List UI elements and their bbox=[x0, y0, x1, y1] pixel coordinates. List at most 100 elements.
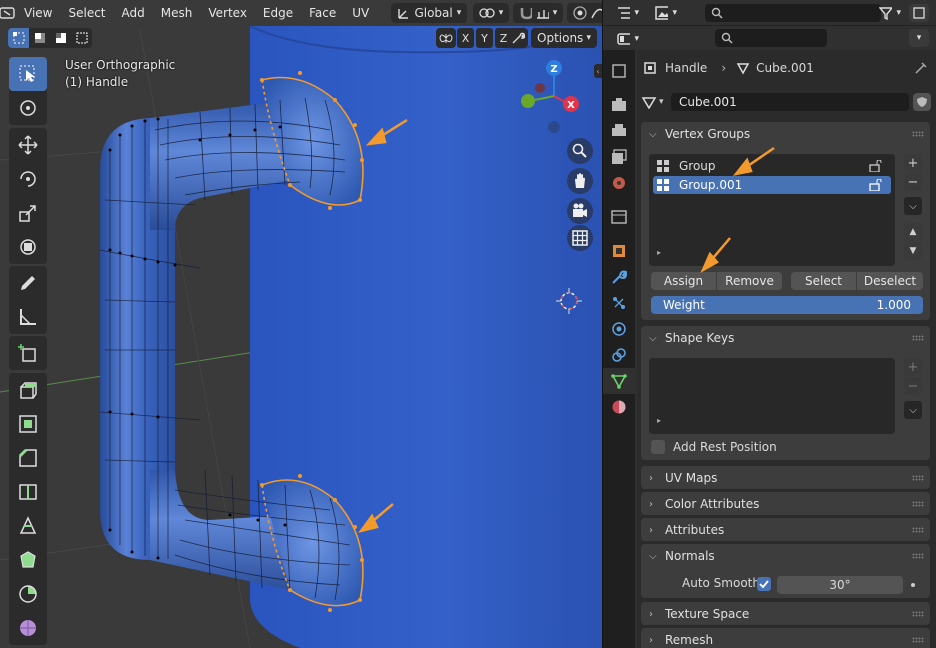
tool-poly-build[interactable] bbox=[9, 543, 47, 577]
tool-group-mesh bbox=[9, 373, 47, 645]
viewport-subheader: X Y Z Options ▾ bbox=[0, 26, 602, 50]
loop-cut-icon bbox=[19, 484, 37, 500]
edge-select-mode[interactable] bbox=[29, 28, 50, 48]
tool-rotate[interactable] bbox=[9, 162, 47, 196]
inset-icon bbox=[19, 415, 37, 433]
cursor-icon bbox=[20, 100, 36, 116]
tool-scale[interactable] bbox=[9, 196, 47, 230]
tool-extrude[interactable] bbox=[9, 373, 47, 407]
proportional-editing-toggle[interactable] bbox=[567, 3, 602, 23]
tool-annotate[interactable] bbox=[9, 266, 47, 300]
options-dropdown[interactable]: Options ▾ bbox=[531, 28, 597, 48]
3d-viewport[interactable]: Z X View Select Add Mesh Vertex Edge Fac… bbox=[0, 0, 602, 648]
butterfly-icon bbox=[439, 34, 453, 43]
falloff-curve-icon bbox=[591, 8, 602, 19]
poly-build-icon bbox=[20, 551, 36, 568]
transform-icon bbox=[20, 239, 36, 255]
extrude-icon bbox=[20, 382, 37, 399]
proportional-icon bbox=[573, 6, 587, 20]
tool-group-select bbox=[9, 57, 47, 125]
smooth-sphere-icon bbox=[20, 620, 36, 636]
viewport-scene[interactable]: Z X bbox=[0, 0, 602, 648]
move-icon bbox=[18, 135, 38, 155]
mirror-y-toggle[interactable]: Y bbox=[476, 28, 493, 48]
chevron-down-icon: ▾ bbox=[498, 8, 504, 18]
snap-increment-icon bbox=[537, 10, 549, 19]
zoom-button[interactable] bbox=[567, 138, 593, 164]
magnet-icon bbox=[521, 8, 532, 20]
scale-icon bbox=[19, 205, 36, 222]
tool-measure[interactable] bbox=[9, 300, 47, 334]
vertex-mode-icon bbox=[12, 32, 24, 44]
properties-editor: ▾ ▾ ▾ ▾ ▾ Handle › Cube.001 ▾ Cube.001 ⌵… bbox=[603, 0, 936, 648]
menu-vertex[interactable]: Vertex bbox=[200, 2, 255, 24]
vertex-select-mode[interactable] bbox=[8, 28, 29, 48]
face-select-mode[interactable] bbox=[50, 28, 71, 48]
knife-icon bbox=[19, 516, 37, 534]
viewport-header: View Select Add Mesh Vertex Edge Face UV… bbox=[0, 0, 602, 26]
tool-group-transform bbox=[9, 128, 47, 264]
perspective-toggle-button[interactable] bbox=[567, 225, 593, 251]
spin-icon bbox=[19, 585, 37, 603]
selection-mode-group bbox=[8, 28, 92, 48]
tool-cursor[interactable] bbox=[9, 91, 47, 125]
mirror-axes: X Y Z bbox=[457, 28, 512, 48]
tool-inset[interactable] bbox=[9, 407, 47, 441]
tool-group-add bbox=[9, 336, 47, 370]
measure-ruler-icon bbox=[20, 309, 36, 325]
bevel-icon bbox=[18, 448, 37, 467]
wrench-icon bbox=[512, 32, 525, 44]
mirror-options-button[interactable] bbox=[436, 28, 456, 48]
add-cube-icon bbox=[18, 344, 36, 362]
tool-smooth[interactable] bbox=[9, 611, 47, 645]
options-label: Options bbox=[537, 31, 584, 45]
pivot-icon bbox=[479, 8, 495, 18]
grid-icon bbox=[572, 230, 588, 246]
hand-icon bbox=[575, 173, 585, 188]
tool-move[interactable] bbox=[9, 128, 47, 162]
menu-view[interactable]: View bbox=[16, 2, 60, 24]
rotate-icon bbox=[20, 171, 36, 187]
menu-uv[interactable]: UV bbox=[344, 2, 377, 24]
object-info: (1) Handle bbox=[65, 75, 129, 89]
select-box-icon bbox=[19, 65, 35, 82]
mirror-x-toggle[interactable]: X bbox=[457, 28, 474, 48]
chevron-down-icon: ▾ bbox=[456, 8, 462, 18]
view-name: User Orthographic bbox=[65, 58, 176, 72]
edge-mode-icon bbox=[34, 33, 45, 43]
chevron-down-icon: ▾ bbox=[586, 33, 591, 43]
orientation-icon bbox=[398, 9, 409, 19]
menu-edge[interactable]: Edge bbox=[255, 2, 301, 24]
properties-annotation-arrows bbox=[700, 146, 775, 273]
tool-add-cube[interactable] bbox=[9, 336, 47, 370]
tool-loop-cut[interactable] bbox=[9, 475, 47, 509]
chevron-down-icon: ▾ bbox=[552, 8, 558, 18]
transform-orientation-dropdown[interactable]: Global ▾ bbox=[391, 3, 468, 23]
zoom-magnifier-icon bbox=[572, 143, 587, 158]
tool-group-annotate bbox=[9, 266, 47, 334]
annotate-pencil-icon bbox=[21, 276, 35, 290]
menu-face[interactable]: Face bbox=[301, 2, 344, 24]
camera-icon bbox=[573, 203, 587, 217]
xray-icon bbox=[76, 32, 87, 44]
tool-knife[interactable] bbox=[9, 509, 47, 543]
editor-type-icon[interactable] bbox=[0, 2, 16, 24]
xray-mode[interactable] bbox=[71, 28, 92, 48]
topology-mirror-button[interactable] bbox=[508, 28, 528, 48]
tool-spin[interactable] bbox=[9, 577, 47, 611]
snapping-toggle[interactable]: ▾ bbox=[513, 3, 564, 23]
tool-transform[interactable] bbox=[9, 230, 47, 264]
pan-button[interactable] bbox=[567, 168, 593, 194]
menu-add[interactable]: Add bbox=[114, 2, 153, 24]
gizmo-x-label: X bbox=[567, 100, 575, 111]
camera-view-button[interactable] bbox=[567, 198, 593, 224]
menu-mesh[interactable]: Mesh bbox=[153, 2, 201, 24]
orientation-label: Global bbox=[414, 6, 453, 20]
sidebar-toggle-arrow[interactable]: ‹ bbox=[594, 64, 602, 78]
menu-select[interactable]: Select bbox=[60, 2, 113, 24]
tool-select-box[interactable] bbox=[9, 57, 47, 91]
gizmo-z-label: Z bbox=[550, 64, 557, 75]
tool-bevel[interactable] bbox=[9, 441, 47, 475]
pivot-point-dropdown[interactable]: ▾ bbox=[473, 3, 510, 23]
face-mode-icon bbox=[55, 33, 66, 43]
